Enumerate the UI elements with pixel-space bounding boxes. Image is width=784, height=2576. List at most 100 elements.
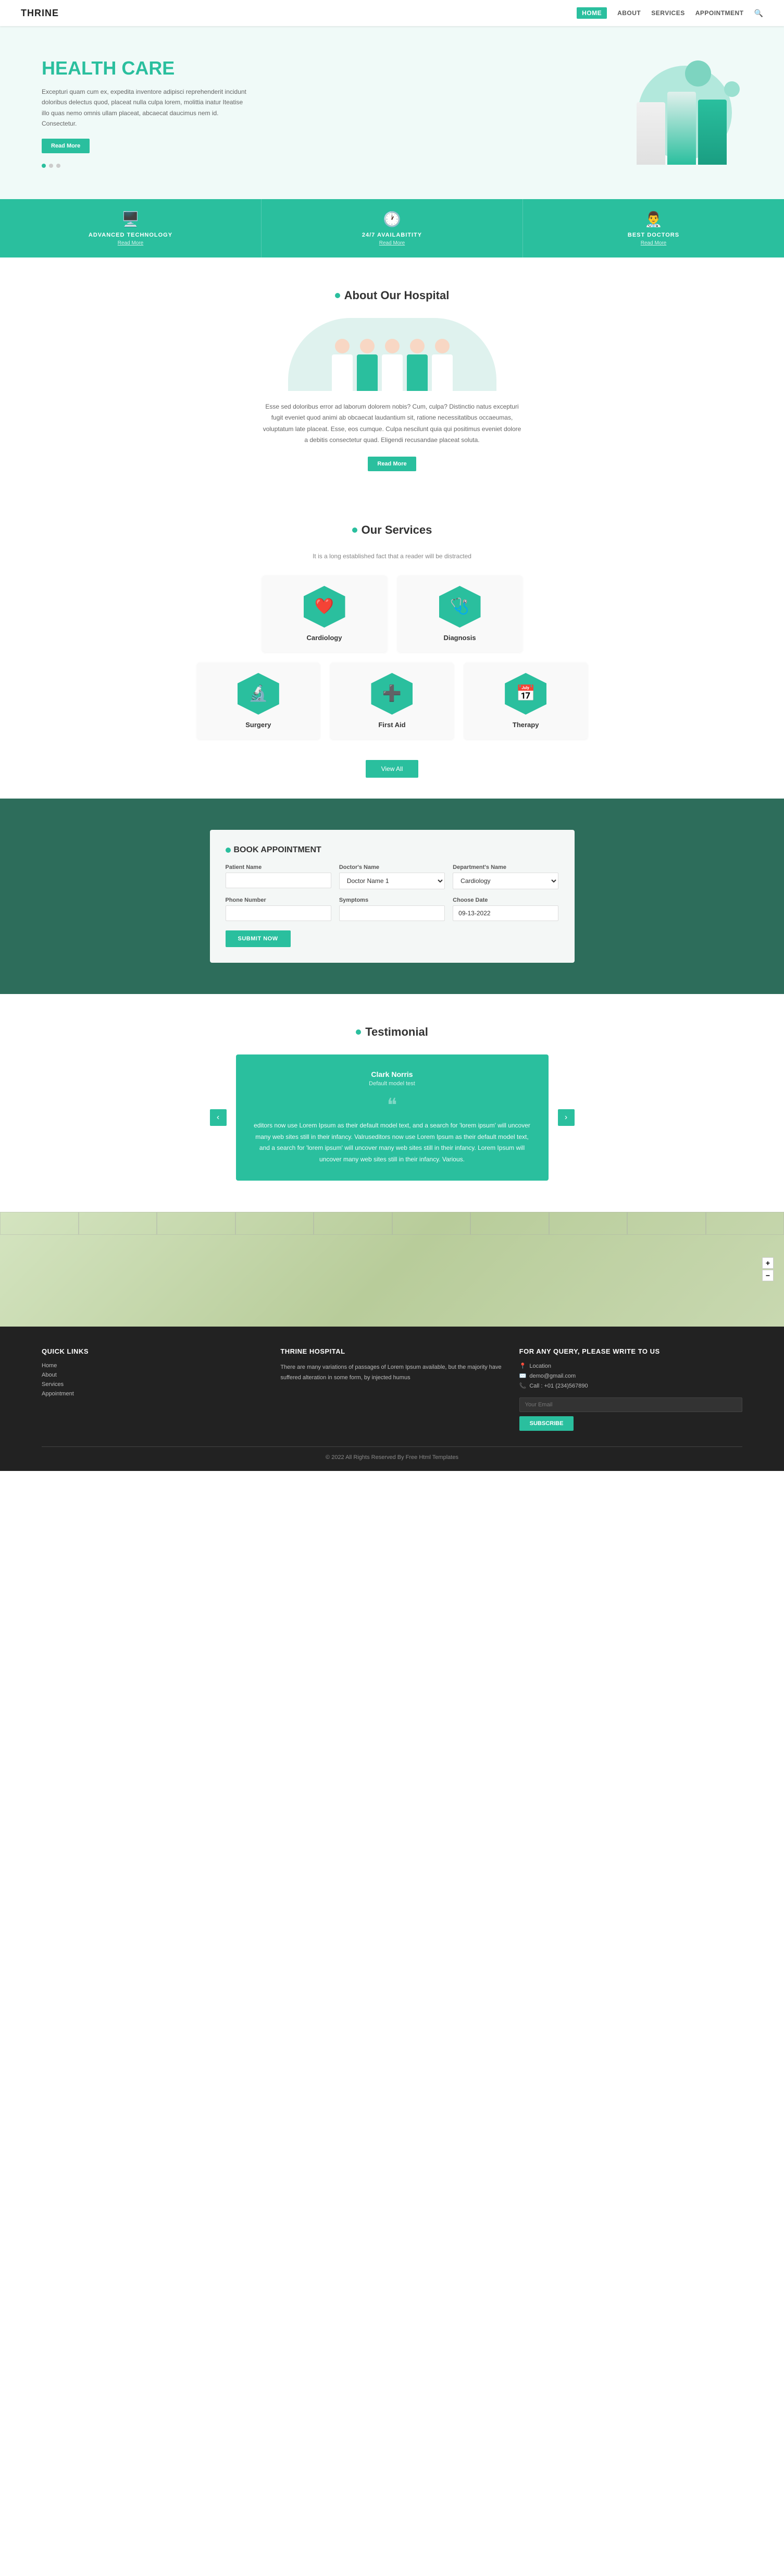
date-group: Choose Date (453, 897, 558, 921)
nav-about[interactable]: ABOUT (617, 9, 641, 17)
location-icon: 📍 (519, 1363, 527, 1369)
contact-location: 📍 Location (519, 1363, 742, 1369)
patient-name-label: Patient Name (226, 864, 331, 870)
testimonial-section: Testimonial ‹ Clark Norris Default model… (0, 994, 784, 1212)
map-section: + − (0, 1212, 784, 1327)
phone-label: Phone Number (226, 897, 331, 903)
patient-name-input[interactable] (226, 873, 331, 888)
best-doctors-icon: 👨‍⚕️ (644, 211, 663, 228)
nav-logo: THRINE (21, 8, 59, 19)
submit-button[interactable]: SUBMIT NOW (226, 930, 291, 947)
map-zoom-out-button[interactable]: − (762, 1270, 774, 1281)
surgery-icon: 🔬 (248, 684, 268, 703)
hospital-description: There are many variations of passages of… (280, 1363, 503, 1383)
availability-icon: 🕐 (383, 211, 401, 228)
department-label: Department's Name (453, 864, 558, 870)
appt-dot (226, 848, 231, 853)
advanced-tech-icon: 🖥️ (121, 211, 140, 228)
quote-icon: ❝ (252, 1094, 533, 1116)
testimonial-next-button[interactable]: › (558, 1109, 575, 1126)
hero-illustration (586, 60, 742, 165)
services-title: Our Services (42, 523, 742, 537)
feature-availability: 🕐 24/7 AVAILABITITY Read More (262, 199, 523, 257)
first-aid-hex: ➕ (371, 673, 413, 715)
nav-appointment[interactable]: APPOINTMENT (695, 9, 744, 17)
cardiology-icon: ❤️ (315, 597, 334, 616)
cardiology-hex: ❤️ (304, 586, 345, 628)
footer-link-appointment[interactable]: Appointment (42, 1391, 265, 1397)
phone-group: Phone Number (226, 897, 331, 921)
therapy-hex: 📅 (505, 673, 546, 715)
subscribe-email-input[interactable] (519, 1397, 742, 1412)
search-icon[interactable]: 🔍 (754, 9, 763, 18)
view-all-button[interactable]: View All (366, 760, 419, 778)
about-title: About Our Hospital (42, 289, 742, 302)
nav-home[interactable]: HOME (577, 7, 607, 19)
diagnosis-name: Diagnosis (405, 634, 515, 642)
surgery-name: Surgery (205, 721, 313, 729)
team-member-3 (382, 339, 403, 391)
footer-hospital: THRINE HOSPITAL There are many variation… (280, 1347, 503, 1431)
date-label: Choose Date (453, 897, 558, 903)
doctor-fig-1 (637, 102, 665, 165)
testimonial-text: editors now use Lorem Ipsum as their def… (252, 1120, 533, 1165)
team-member-1 (332, 339, 353, 391)
testimonial-card: Clark Norris Default model test ❝ editor… (236, 1054, 549, 1181)
services-row-2: 🔬 Surgery ➕ First Aid 📅 Therapy (197, 663, 588, 739)
hero-dot-2[interactable] (49, 164, 53, 168)
service-diagnosis[interactable]: 🩺 Diagnosis (397, 575, 522, 652)
patient-name-group: Patient Name (226, 864, 331, 889)
team-member-2 (357, 339, 378, 391)
first-aid-name: First Aid (338, 721, 446, 729)
footer-link-about[interactable]: About (42, 1372, 265, 1378)
navbar: THRINE HOME ABOUT SERVICES APPOINTMENT 🔍 (0, 0, 784, 26)
feature-availability-title: 24/7 AVAILABITITY (362, 232, 422, 238)
appointment-title: BOOK APPOINTMENT (226, 845, 559, 855)
footer-link-home[interactable]: Home (42, 1363, 265, 1369)
hero-bubble-2 (685, 60, 711, 87)
feature-advanced-tech-link[interactable]: Read More (118, 240, 143, 246)
map-placeholder (0, 1212, 784, 1327)
diagnosis-icon: 🩺 (450, 597, 469, 616)
about-team-illustration (288, 318, 496, 391)
service-first-aid[interactable]: ➕ First Aid (330, 663, 454, 739)
team-member-5 (432, 339, 453, 391)
about-description: Esse sed doloribus error ad laborum dolo… (262, 401, 522, 446)
service-therapy[interactable]: 📅 Therapy (464, 663, 588, 739)
feature-best-doctors-link[interactable]: Read More (641, 240, 666, 246)
footer-quick-links: QUICK LINKS Home About Services Appointm… (42, 1347, 265, 1431)
footer-grid: QUICK LINKS Home About Services Appointm… (42, 1347, 742, 1431)
hero-dot-3[interactable] (56, 164, 60, 168)
symptoms-input[interactable] (339, 905, 445, 921)
form-row-2: Phone Number Symptoms Choose Date (226, 897, 559, 921)
diagnosis-hex: 🩺 (439, 586, 481, 628)
service-cardiology[interactable]: ❤️ Cardiology (262, 575, 387, 652)
testimonial-prev-button[interactable]: ‹ (210, 1109, 227, 1126)
subscribe-button[interactable]: SUBSCRIBE (519, 1416, 574, 1431)
date-input[interactable] (453, 905, 558, 921)
therapy-name: Therapy (472, 721, 580, 729)
hero-cta-button[interactable]: Read More (42, 139, 90, 153)
about-dot (335, 293, 340, 298)
testimonial-role: Default model test (252, 1081, 533, 1087)
service-surgery[interactable]: 🔬 Surgery (197, 663, 320, 739)
doctor-name-group: Doctor's Name Doctor Name 1 Doctor Name … (339, 864, 445, 889)
hero-dot-1[interactable] (42, 164, 46, 168)
features-strip: 🖥️ ADVANCED TECHNOLOGY Read More 🕐 24/7 … (0, 199, 784, 257)
symptoms-group: Symptoms (339, 897, 445, 921)
testimonial-title: Testimonial (42, 1025, 742, 1039)
doctor-name-select[interactable]: Doctor Name 1 Doctor Name 2 Doctor Name … (339, 873, 445, 889)
contact-phone: 📞 Call : +01 (234)567890 (519, 1382, 742, 1389)
department-select[interactable]: Cardiology Surgery Therapy Diagnosis (453, 873, 558, 889)
phone-input[interactable] (226, 905, 331, 921)
nav-services[interactable]: SERVICES (651, 9, 685, 17)
symptoms-label: Symptoms (339, 897, 445, 903)
feature-availability-link[interactable]: Read More (379, 240, 405, 246)
map-zoom-in-button[interactable]: + (762, 1257, 774, 1269)
footer-link-services[interactable]: Services (42, 1381, 265, 1388)
map-grid (0, 1212, 784, 1327)
about-read-more-button[interactable]: Read More (368, 457, 416, 471)
doctor-name-label: Doctor's Name (339, 864, 445, 870)
phone-icon: 📞 (519, 1382, 527, 1389)
contact-email: ✉️ demo@gmail.com (519, 1372, 742, 1379)
